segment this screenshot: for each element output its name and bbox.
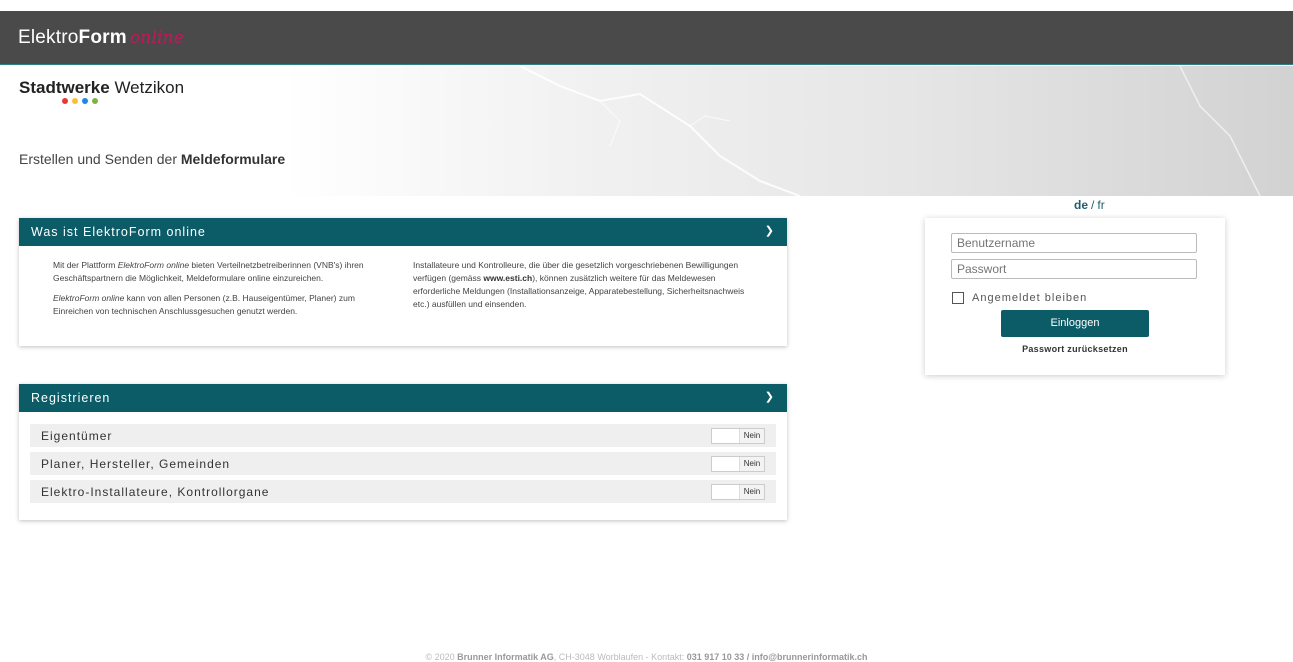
register-row-label: Planer, Hersteller, Gemeinden (41, 457, 231, 471)
logo-dots (62, 98, 98, 104)
lightning-background (519, 66, 1261, 196)
toggle-label: Nein (740, 457, 764, 471)
info-paragraph-2: ElektroForm online kann von allen Person… (53, 292, 393, 318)
logo-dot-blue (82, 98, 88, 104)
language-separator: / (1091, 198, 1095, 212)
logo-dot-green (92, 98, 98, 104)
login-box: Angemeldet bleiben Einloggen Passwort zu… (925, 218, 1225, 375)
brand-logo[interactable]: ElektroForm online (18, 27, 184, 49)
toggle-label: Nein (740, 485, 764, 499)
info-panel: Was ist ElektroForm online ❯ Mit der Pla… (19, 218, 787, 346)
toggle-knob (712, 457, 740, 471)
language-fr[interactable]: fr (1097, 198, 1104, 212)
info-panel-title: Was ist ElektroForm online (31, 225, 206, 239)
info-text-italic: ElektroForm online (53, 293, 125, 303)
register-row-installer: Elektro-Installateure, Kontrollorgane Ne… (30, 480, 776, 503)
remember-checkbox[interactable] (952, 292, 964, 304)
brand-part-3: online (129, 28, 185, 48)
register-row-owner: Eigentümer Nein (30, 424, 776, 447)
tagline: Erstellen und Senden der Meldeformulare (19, 151, 285, 167)
info-column-left: Mit der Plattform ElektroForm online bie… (53, 259, 393, 346)
client-logo: Stadtwerke Wetzikon (19, 78, 184, 98)
logo-dot-yellow (72, 98, 78, 104)
chevron-down-icon[interactable]: ❯ (765, 224, 775, 237)
language-de[interactable]: de (1074, 198, 1088, 212)
register-toggle-planer[interactable]: Nein (711, 456, 765, 472)
language-switcher: de / fr (1074, 198, 1105, 212)
logo-regular-text: Wetzikon (114, 78, 185, 97)
username-input[interactable] (951, 233, 1197, 253)
toggle-label: Nein (740, 429, 764, 443)
password-reset-link[interactable]: Passwort zurücksetzen (925, 344, 1225, 354)
toggle-knob (712, 429, 740, 443)
register-row-label: Elektro-Installateure, Kontrollorgane (41, 485, 270, 499)
register-panel-title: Registrieren (31, 391, 111, 405)
remember-me[interactable]: Angemeldet bleiben (952, 292, 1087, 304)
info-column-right: Installateure und Kontrolleure, die über… (413, 259, 763, 346)
chevron-down-icon[interactable]: ❯ (765, 390, 775, 403)
tagline-bold: Meldeformulare (180, 151, 286, 167)
register-panel: Registrieren ❯ Eigentümer Nein Planer, H… (19, 384, 787, 520)
register-toggle-installer[interactable]: Nein (711, 484, 765, 500)
toggle-knob (712, 485, 740, 499)
register-panel-header[interactable]: Registrieren ❯ (19, 384, 787, 412)
register-row-label: Eigentümer (41, 429, 113, 443)
remember-label: Angemeldet bleiben (972, 292, 1088, 304)
logo-bold-text: Stadtwerke (19, 78, 110, 97)
logo-dot-red (62, 98, 68, 104)
brand-part-2: Form (78, 27, 127, 48)
hero-banner: Stadtwerke Wetzikon Erstellen und Senden… (0, 66, 1293, 196)
register-panel-body: Eigentümer Nein Planer, Hersteller, Geme… (19, 412, 787, 520)
login-button[interactable]: Einloggen (1001, 310, 1149, 337)
info-text: Mit der Plattform (53, 260, 118, 270)
info-panel-header[interactable]: Was ist ElektroForm online ❯ (19, 218, 787, 246)
info-text-italic: ElektroForm online (117, 260, 190, 270)
info-paragraph-3: Installateure und Kontrolleure, die über… (413, 259, 763, 311)
info-panel-body: Mit der Plattform ElektroForm online bie… (19, 246, 787, 346)
tagline-prefix: Erstellen und Senden der (19, 151, 177, 167)
register-toggle-owner[interactable]: Nein (711, 428, 765, 444)
esti-link[interactable]: www.esti.ch (483, 273, 532, 283)
register-row-planer: Planer, Hersteller, Gemeinden Nein (30, 452, 776, 475)
brand-part-1: Elektro (18, 27, 79, 48)
top-bar: ElektroForm online (0, 11, 1293, 65)
password-input[interactable] (951, 259, 1197, 279)
info-paragraph-1: Mit der Plattform ElektroForm online bie… (53, 259, 393, 285)
